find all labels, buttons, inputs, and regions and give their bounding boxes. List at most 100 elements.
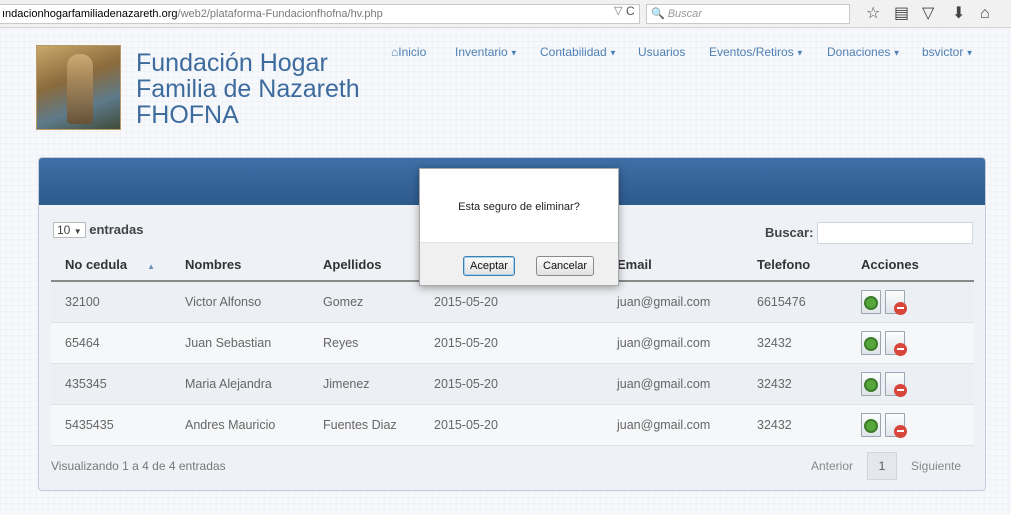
logo-figure	[67, 54, 93, 124]
url-path: /web2/plataforma-Fundacionfhofna/hv.php	[177, 8, 383, 20]
cell-fecha: 2015-05-20	[420, 363, 603, 405]
nav-user-label: bsvictor	[922, 45, 964, 59]
browser-toolbar: ındacionhogarfamiliadenazareth.org/web2/…	[0, 0, 1011, 28]
reading-list-icon[interactable]: ▤	[894, 4, 909, 24]
cell-cedula: 435345	[51, 363, 171, 405]
entries-length-control: 10 ▼ entradas	[53, 222, 143, 238]
url-domain: ındacionhogarfamiliadenazareth.org	[2, 8, 178, 20]
column-header-cedula[interactable]: No cedula	[51, 249, 171, 282]
edit-record-icon[interactable]	[861, 289, 883, 314]
nav-donaciones-label: Donaciones	[827, 45, 891, 59]
cell-email: juan@gmail.com	[603, 404, 743, 446]
delete-record-icon[interactable]	[885, 371, 907, 397]
caret-down-icon: ▼	[606, 48, 617, 58]
search-icon: 🔍	[651, 8, 665, 20]
cell-telefono: 32432	[743, 322, 847, 364]
cell-acciones	[847, 404, 974, 446]
cell-fecha: 2015-05-20	[420, 281, 603, 323]
accept-button[interactable]: Aceptar	[463, 256, 515, 276]
column-header-nombres[interactable]: Nombres	[171, 249, 309, 282]
cell-fecha: 2015-05-20	[420, 404, 603, 446]
table-row: 65464 Juan Sebastian Reyes 2015-05-20 ju…	[51, 322, 974, 364]
dialog-footer: Aceptar Cancelar	[420, 242, 618, 285]
table-row: 435345 Maria Alejandra Jimenez 2015-05-2…	[51, 363, 974, 405]
cell-email: juan@gmail.com	[603, 322, 743, 364]
delete-record-icon[interactable]	[885, 289, 907, 315]
edit-record-icon[interactable]	[861, 371, 883, 396]
cell-apellidos: Jimenez	[309, 363, 420, 405]
delete-record-icon[interactable]	[885, 412, 907, 438]
table-row: 32100 Victor Alfonso Gomez 2015-05-20 ju…	[51, 281, 974, 323]
column-header-telefono[interactable]: Telefono	[743, 249, 847, 282]
logo-image	[36, 45, 121, 130]
cell-nombres: Maria Alejandra	[171, 363, 309, 405]
entries-length-label: entradas	[89, 222, 144, 237]
column-header-email[interactable]: Email	[603, 249, 743, 282]
entries-length-value: 10	[57, 223, 71, 237]
cell-acciones	[847, 281, 974, 323]
table-search-label: Buscar:	[765, 225, 814, 240]
cell-email: juan@gmail.com	[603, 363, 743, 405]
dialog-message: Esta seguro de eliminar?	[458, 201, 580, 213]
pager-previous[interactable]: Anterior	[811, 452, 853, 480]
confirm-delete-dialog: Esta seguro de eliminar? Aceptar Cancela…	[419, 168, 619, 286]
caret-down-icon: ▼	[793, 48, 804, 58]
address-bar[interactable]: ındacionhogarfamiliadenazareth.org/web2/…	[0, 4, 640, 24]
cell-cedula: 32100	[51, 281, 171, 323]
cell-nombres: Victor Alfonso	[171, 281, 309, 323]
cell-acciones	[847, 363, 974, 405]
nav-eventos-label: Eventos/Retiros	[709, 45, 794, 59]
pager-next[interactable]: Siguiente	[911, 452, 961, 480]
cell-apellidos: Reyes	[309, 322, 420, 364]
cell-email: juan@gmail.com	[603, 281, 743, 323]
cell-acciones	[847, 322, 974, 364]
cell-nombres: Juan Sebastian	[171, 322, 309, 364]
home-icon[interactable]: ⌂	[980, 4, 990, 24]
caret-down-icon: ▼	[507, 48, 518, 58]
brand-line-2: Familia de Nazareth	[136, 75, 360, 103]
cell-nombres: Andres Mauricio	[171, 404, 309, 446]
pocket-icon[interactable]: ▽	[922, 4, 934, 24]
cell-telefono: 6615476	[743, 281, 847, 323]
table-info: Visualizando 1 a 4 de 4 entradas	[51, 459, 226, 473]
cell-fecha: 2015-05-20	[420, 322, 603, 364]
nav-usuarios[interactable]: Usuarios	[638, 45, 685, 59]
brand-line-1: Fundación Hogar	[136, 49, 328, 77]
nav-user-menu[interactable]: bsvictor ▼	[922, 45, 973, 59]
cell-cedula: 65464	[51, 322, 171, 364]
nav-home[interactable]: ⌂Inicio	[391, 45, 426, 59]
browser-search-input[interactable]: 🔍 Buscar	[646, 4, 850, 24]
browser-search-placeholder: Buscar	[667, 8, 702, 20]
brand-title[interactable]: Fundación Hogar Familia de Nazareth FHOF…	[136, 50, 360, 128]
download-icon[interactable]: ⬇	[952, 4, 965, 24]
column-header-apellidos[interactable]: Apellidos	[309, 249, 420, 282]
cell-apellidos: Gomez	[309, 281, 420, 323]
delete-record-icon[interactable]	[885, 330, 907, 356]
reload-icon[interactable]: C	[626, 4, 635, 18]
edit-record-icon[interactable]	[861, 330, 883, 355]
table-row: 5435435 Andres Mauricio Fuentes Diaz 201…	[51, 404, 974, 446]
pager-page-1[interactable]: 1	[867, 452, 897, 480]
table-search-input[interactable]	[817, 222, 973, 244]
entries-length-select[interactable]: 10 ▼	[53, 222, 86, 238]
nav-inventario-label: Inventario	[455, 45, 508, 59]
cell-telefono: 32432	[743, 363, 847, 405]
caret-down-icon: ▼	[890, 48, 901, 58]
edit-record-icon[interactable]	[861, 412, 883, 437]
nav-donaciones[interactable]: Donaciones ▼	[827, 45, 901, 59]
bookmark-star-icon[interactable]: ☆	[866, 4, 880, 24]
nav-contabilidad[interactable]: Contabilidad ▼	[540, 45, 617, 59]
nav-usuarios-label: Usuarios	[638, 45, 686, 59]
caret-down-icon: ▼	[73, 227, 82, 236]
cancel-button[interactable]: Cancelar	[536, 256, 595, 276]
cell-cedula: 5435435	[51, 404, 171, 446]
cell-telefono: 32432	[743, 404, 847, 446]
caret-down-icon: ▼	[963, 48, 974, 58]
column-header-acciones[interactable]: Acciones	[847, 249, 974, 282]
nav-contabilidad-label: Contabilidad	[540, 45, 607, 59]
nav-inventario[interactable]: Inventario ▼	[455, 45, 518, 59]
nav-eventos[interactable]: Eventos/Retiros ▼	[709, 45, 804, 59]
brand-line-3: FHOFNA	[136, 101, 239, 129]
url-dropdown-icon[interactable]: ▽	[614, 4, 622, 17]
nav-home-label: Inicio	[398, 45, 427, 59]
